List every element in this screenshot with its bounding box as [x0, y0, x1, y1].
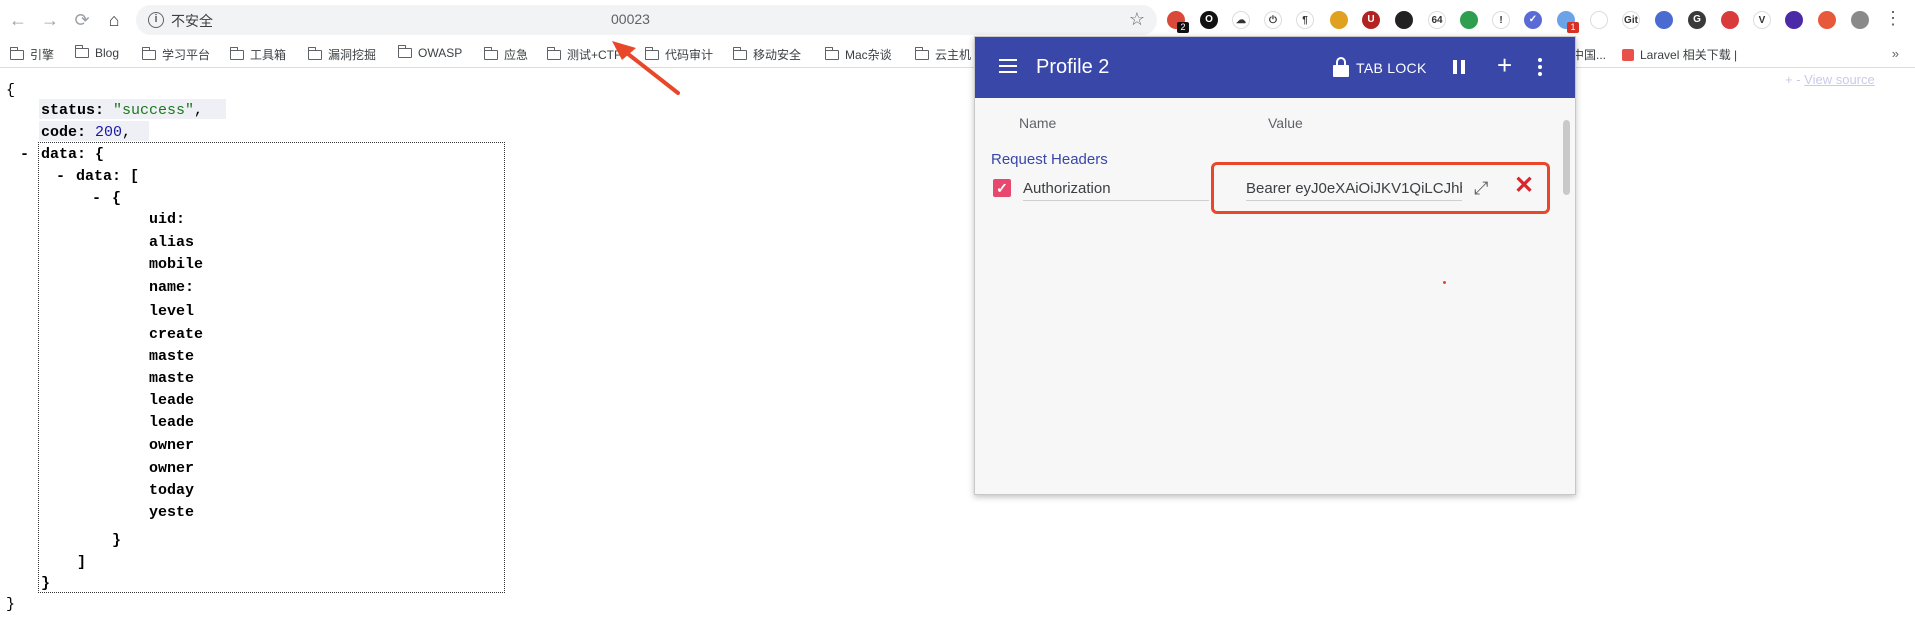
column-name-header: Name: [1019, 115, 1057, 131]
annotation-dot: [1443, 281, 1446, 284]
lock-icon[interactable]: [1333, 57, 1349, 77]
header-name-input[interactable]: Authorization: [1023, 180, 1111, 197]
scrollbar-thumb[interactable]: [1563, 120, 1570, 195]
column-value-header: Value: [1268, 115, 1303, 131]
request-headers-section: Request Headers: [991, 151, 1108, 168]
popup-scrollbar[interactable]: [1563, 102, 1571, 482]
popup-header: Profile 2 TAB LOCK +: [975, 37, 1575, 98]
add-icon[interactable]: +: [1497, 51, 1512, 79]
header-enabled-checkbox[interactable]: ✓: [993, 179, 1011, 197]
pause-icon[interactable]: [1453, 60, 1465, 74]
annotation-arrow: [612, 41, 680, 95]
profile-title: Profile 2: [1036, 56, 1110, 78]
header-name-underline: [1023, 200, 1209, 201]
modheader-popup: Profile 2 TAB LOCK + Name Value Request …: [974, 36, 1576, 495]
hamburger-menu-icon[interactable]: [999, 59, 1017, 73]
tab-lock-button[interactable]: TAB LOCK: [1356, 60, 1427, 76]
annotation-highlight-box: [1211, 162, 1550, 214]
more-options-icon[interactable]: [1538, 58, 1542, 76]
